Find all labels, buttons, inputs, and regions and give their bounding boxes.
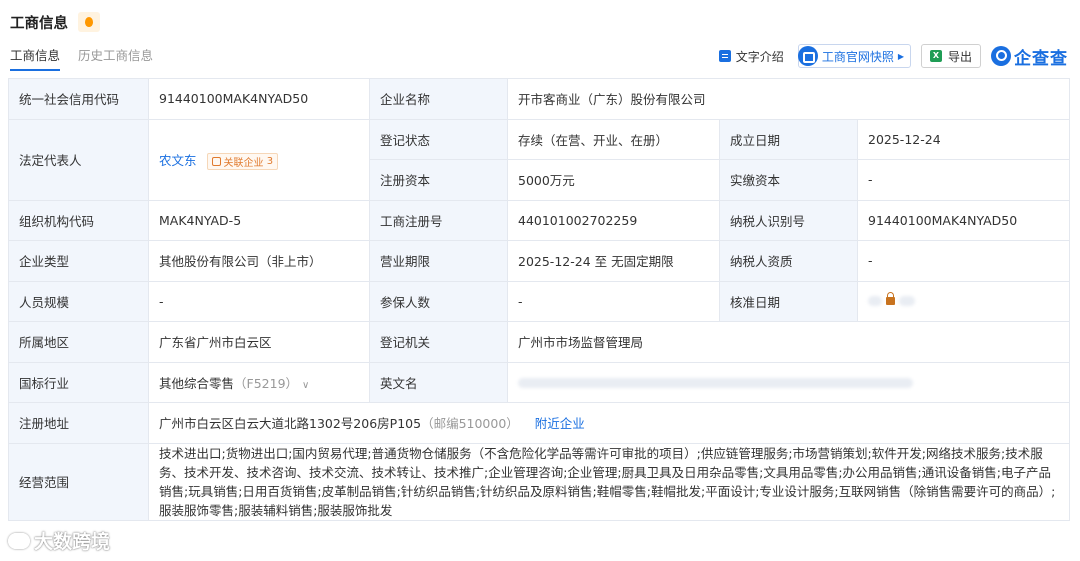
- cell-label: 人员规模: [8, 280, 149, 322]
- cell-label: 法定代表人: [8, 118, 149, 201]
- english-name-blurred: [506, 361, 1071, 403]
- cell-label: 注册地址: [8, 402, 149, 444]
- cell-label: 核准日期: [719, 280, 858, 322]
- watermark-logo-icon: [8, 532, 30, 549]
- staff-size-value: -: [148, 280, 370, 322]
- taxpayer-id-value: 91440100MAK4NYAD50: [856, 199, 1071, 241]
- lock-icon: [886, 291, 895, 305]
- paid-capital-value: -: [856, 159, 1071, 201]
- legal-rep-cell: 农文东 关联企业 3: [148, 118, 370, 201]
- cell-label: 组织机构代码: [8, 199, 149, 241]
- brand-name: 企查查: [1014, 48, 1068, 69]
- taxpayer-qual-value: -: [856, 240, 1071, 282]
- excel-icon: X: [929, 50, 942, 62]
- cell-label: 实缴资本: [719, 159, 858, 201]
- snapshot-icon: [797, 46, 818, 66]
- cell-label: 成立日期: [719, 118, 858, 160]
- cell-label: 经营范围: [8, 442, 149, 521]
- address-cell: 广州市白云区白云大道北路1302号206房P105（邮编510000） 附近企业: [147, 402, 1071, 444]
- industry-cell[interactable]: 其他综合零售（F5219） ∨: [148, 361, 370, 403]
- blurred-text: [868, 295, 882, 306]
- export-button[interactable]: X 导出: [920, 44, 981, 68]
- cell-label: 国标行业: [8, 361, 149, 403]
- chevron-down-icon: ∨: [302, 379, 310, 391]
- page-title: 工商信息: [10, 15, 68, 32]
- locked-value: [868, 291, 915, 306]
- founded-value: 2025-12-24: [856, 118, 1071, 160]
- org-code-value: MAK4NYAD-5: [148, 199, 370, 241]
- credit-code-value: 91440100MAK4NYAD50: [148, 78, 370, 120]
- reg-number-value: 440101002702259: [507, 199, 720, 241]
- company-name-value: 开市客商业（广东）股份有限公司: [506, 78, 1071, 120]
- table-row: 国标行业 其他综合零售（F5219） ∨ 英文名: [8, 361, 1071, 403]
- caret-right-icon: ▶: [897, 51, 904, 61]
- section-header: 工商信息: [10, 11, 100, 33]
- tab-history-business-info[interactable]: 历史工商信息: [78, 45, 153, 71]
- cell-label: 所属地区: [8, 321, 149, 363]
- biz-term-value: 2025-12-24 至 无固定期限: [507, 240, 720, 282]
- flame-icon: [85, 17, 93, 27]
- related-count: 3: [266, 155, 274, 167]
- table-row: 企业类型 其他股份有限公司（非上市） 营业期限 2025-12-24 至 无固定…: [8, 240, 1071, 282]
- cell-label: 登记机关: [369, 321, 508, 363]
- table-row: 人员规模 - 参保人数 - 核准日期: [8, 280, 1071, 322]
- related-icon: [211, 156, 221, 166]
- watermark: 大数跨境: [8, 527, 110, 554]
- business-scope-value: 技术进出口;货物进出口;国内贸易代理;普通货物仓储服务（不含危险化学品等需许可审…: [147, 442, 1071, 521]
- text-intro-label: 文字介绍: [735, 49, 784, 64]
- company-type-value: 其他股份有限公司（非上市）: [148, 240, 370, 282]
- text-intro-button[interactable]: 文字介绍: [718, 48, 784, 65]
- legal-rep-link[interactable]: 农文东: [159, 153, 197, 168]
- business-info-table: 统一社会信用代码 91440100MAK4NYAD50 企业名称 开市客商业（广…: [8, 78, 1071, 521]
- hot-badge[interactable]: [78, 12, 100, 32]
- tab-business-info[interactable]: 工商信息: [10, 45, 61, 71]
- insured-value: -: [507, 280, 720, 322]
- industry-code: （F5219）: [234, 375, 299, 391]
- table-row: 统一社会信用代码 91440100MAK4NYAD50 企业名称 开市客商业（广…: [8, 78, 1071, 120]
- blurred-text: [518, 378, 913, 389]
- nearby-companies-link[interactable]: 附近企业: [535, 416, 585, 431]
- related-tag-label: 关联企业: [223, 157, 264, 169]
- cell-label: 营业期限: [369, 240, 508, 282]
- table-row: 法定代表人 农文东 关联企业 3 登记状态 存续（在营、开业、在册） 成立日期 …: [8, 118, 1071, 201]
- document-icon: [718, 50, 731, 62]
- related-companies-tag[interactable]: 关联企业 3: [206, 152, 279, 170]
- export-label: 导出: [947, 49, 972, 64]
- cell-label: 登记状态: [369, 118, 508, 160]
- region-value: 广东省广州市白云区: [148, 321, 370, 363]
- cell-label: 企业类型: [8, 240, 149, 282]
- table-row: 所属地区 广东省广州市白云区 登记机关 广州市市场监督管理局: [8, 321, 1071, 363]
- table-row: 注册地址 广州市白云区白云大道北路1302号206房P105（邮编510000）…: [8, 402, 1071, 444]
- snapshot-label: 工商官网快照: [821, 49, 894, 64]
- reg-authority-value: 广州市市场监督管理局: [506, 321, 1071, 363]
- approval-date-locked[interactable]: [856, 280, 1071, 322]
- cell-label: 企业名称: [369, 78, 508, 120]
- official-snapshot-button[interactable]: 工商官网快照 ▶: [797, 44, 911, 68]
- brand-logo: 企查查: [991, 44, 1068, 69]
- watermark-text: 大数跨境: [34, 531, 111, 553]
- industry-value: 其他综合零售: [159, 375, 235, 391]
- brand-icon: [991, 46, 1011, 66]
- cell-label: 纳税人识别号: [719, 199, 858, 241]
- postcode: （邮编510000）: [421, 416, 519, 432]
- tab-bar: 工商信息 历史工商信息: [10, 45, 171, 71]
- reg-status-value: 存续（在营、开业、在册）: [507, 118, 720, 160]
- cell-label: 统一社会信用代码: [8, 78, 149, 120]
- cell-label: 参保人数: [369, 280, 508, 322]
- cell-label: 工商注册号: [369, 199, 508, 241]
- cell-label: 纳税人资质: [719, 240, 858, 282]
- toolbar: 文字介绍 工商官网快照 ▶ X 导出 企查查: [718, 42, 1068, 70]
- table-row: 组织机构代码 MAK4NYAD-5 工商注册号 440101002702259 …: [8, 199, 1071, 241]
- cell-label: 注册资本: [369, 159, 508, 201]
- table-row: 经营范围 技术进出口;货物进出口;国内贸易代理;普通货物仓储服务（不含危险化学品…: [8, 442, 1071, 521]
- cell-label: 英文名: [369, 361, 508, 403]
- reg-capital-value: 5000万元: [507, 159, 720, 201]
- blurred-text: [899, 295, 915, 306]
- address-value: 广州市白云区白云大道北路1302号206房P105: [159, 416, 422, 432]
